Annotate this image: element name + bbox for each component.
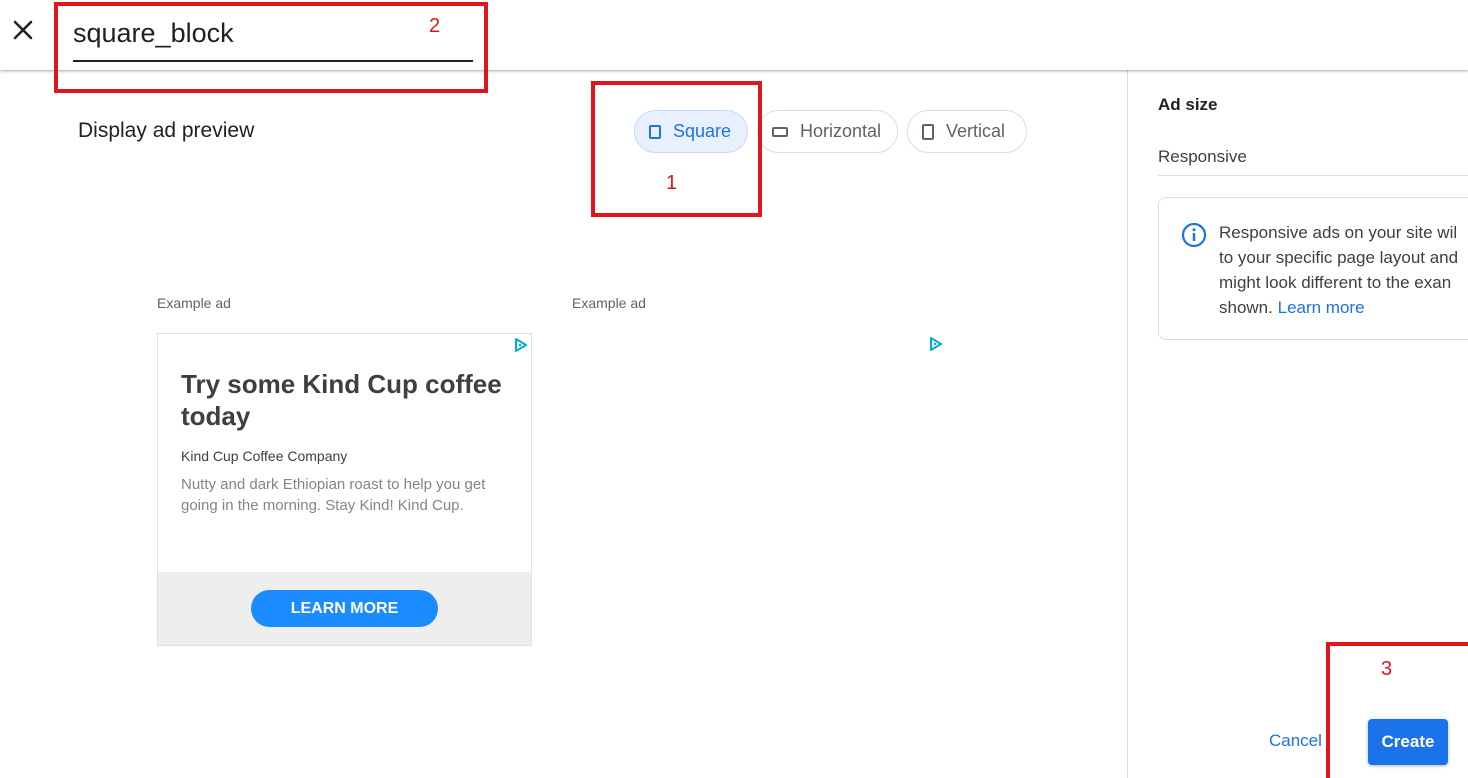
annotation-number: 3: [1381, 658, 1393, 680]
chip-horizontal[interactable]: Horizontal: [757, 110, 898, 153]
vertical-rect-icon: [922, 123, 934, 140]
panel-divider: [1127, 70, 1128, 778]
close-icon[interactable]: [10, 17, 36, 43]
square-icon: [649, 124, 661, 139]
ad-description: Nutty and dark Ethiopian roast to help y…: [181, 476, 486, 514]
horizontal-rect-icon: [772, 126, 788, 137]
ad-size-select[interactable]: Responsive: [1158, 147, 1247, 167]
info-box: Responsive ads on your site wil to your …: [1158, 197, 1468, 340]
annotation-number: 1: [666, 172, 678, 194]
chip-label: Horizontal: [799, 121, 881, 141]
adchoices-icon[interactable]: [929, 337, 943, 351]
info-line-prefix: shown.: [1219, 298, 1273, 317]
info-icon: [1181, 222, 1207, 248]
learn-more-button[interactable]: LEARN MORE: [251, 590, 438, 627]
info-line: Responsive ads on your site wil: [1219, 223, 1458, 242]
preview-title: Display ad preview: [78, 119, 255, 142]
ad-company: Kind Cup Coffee Company: [181, 448, 348, 464]
chip-square[interactable]: Square: [634, 110, 748, 153]
ad-footer: LEARN MORE: [158, 572, 531, 645]
ad-size-underline: [1158, 175, 1468, 176]
example-ad-card: Try some Kind Cup coffee today Kind Cup …: [157, 333, 532, 646]
info-line: might look different to the exan: [1219, 273, 1452, 292]
example-ad-label: Example ad: [572, 295, 646, 311]
chip-label: Square: [672, 121, 731, 141]
ad-unit-name-input[interactable]: [73, 16, 473, 49]
ad-headline: Try some Kind Cup coffee today: [181, 369, 502, 431]
info-line: to your specific page layout and: [1219, 248, 1459, 267]
learn-more-link[interactable]: Learn more: [1278, 298, 1365, 317]
example-ad-label: Example ad: [157, 295, 231, 311]
annotation-number: 2: [429, 15, 441, 37]
info-text: Responsive ads on your site wil to your …: [1219, 220, 1468, 320]
cancel-button[interactable]: Cancel: [1269, 731, 1322, 751]
chip-label: Vertical: [946, 121, 1006, 141]
create-button[interactable]: Create: [1368, 719, 1448, 765]
info-line: shown. Learn more: [1219, 295, 1468, 320]
ad-unit-name-field[interactable]: [73, 16, 473, 62]
chip-vertical[interactable]: Vertical: [907, 110, 1027, 153]
adchoices-icon[interactable]: [514, 338, 528, 352]
top-bar: [0, 0, 1468, 70]
ad-size-title: Ad size: [1158, 95, 1218, 114]
